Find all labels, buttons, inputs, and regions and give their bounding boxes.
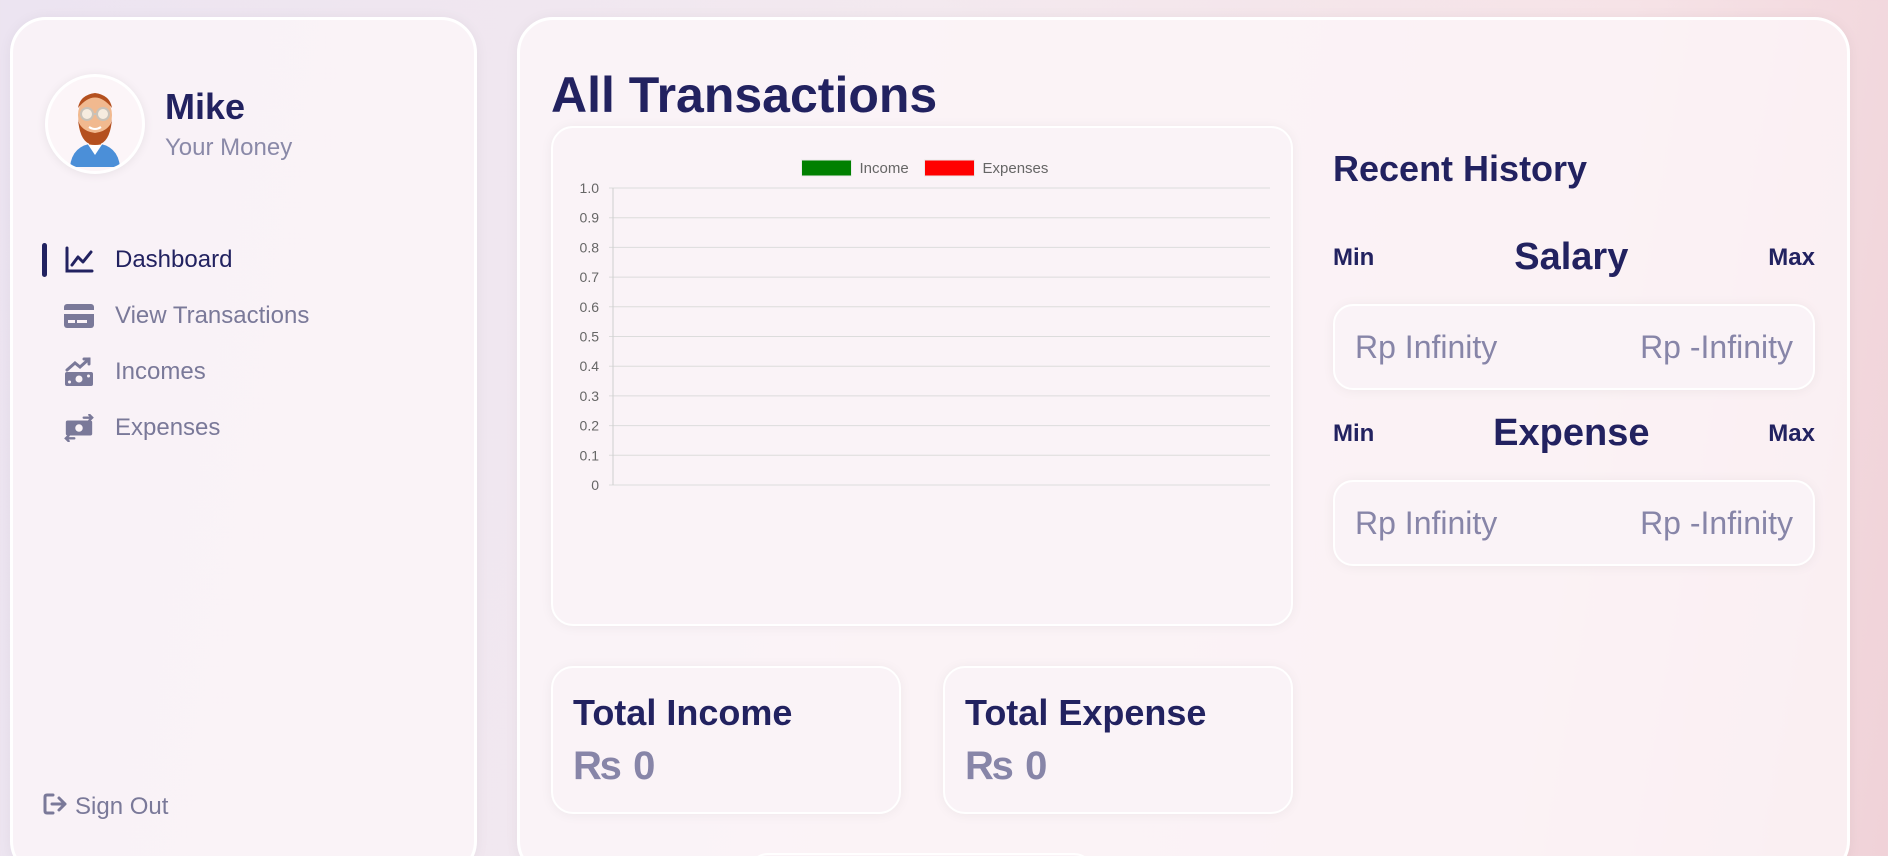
expense-max-value: Rp -Infinity (1640, 504, 1793, 541)
total-income-card: Total Income ₨ 0 (551, 666, 901, 814)
salary-range-header: Min Salary Max (1333, 236, 1815, 279)
legend-label: Income (860, 160, 909, 177)
expense-min-value: Rp Infinity (1355, 504, 1498, 541)
salary-min-value: Rp Infinity (1355, 328, 1498, 365)
y-tick-label: 0.5 (580, 329, 600, 345)
sign-out-icon (43, 792, 69, 821)
nav-item-label: Expenses (115, 414, 221, 441)
money-exchange-icon (63, 412, 95, 444)
avatar-icon (70, 93, 120, 167)
recent-history-title: Recent History (1333, 148, 1588, 189)
sign-out-button[interactable]: Sign Out (43, 792, 168, 821)
total-expense-value: ₨ 0 (965, 744, 1048, 788)
credit-card-icon (63, 300, 95, 332)
nav-item-view-transactions[interactable]: View Transactions (13, 288, 474, 344)
y-tick-label: 0.4 (580, 358, 600, 374)
y-tick-label: 0.2 (580, 418, 600, 434)
salary-max-value: Rp -Infinity (1640, 328, 1793, 365)
legend-swatch (924, 159, 975, 177)
profile: Mike Your Money (45, 74, 292, 174)
salary-min-label: Min (1333, 243, 1375, 271)
salary-range-box: Rp Infinity Rp -Infinity (1333, 304, 1815, 390)
expense-range-box: Rp Infinity Rp -Infinity (1333, 480, 1815, 566)
nav-item-label: Incomes (115, 358, 206, 385)
y-tick-label: 0.7 (580, 269, 600, 285)
nav-menu: Dashboard View Transactions Incomes Expe… (13, 232, 474, 456)
profile-name: Mike (165, 86, 246, 128)
salary-max-label: Max (1768, 243, 1815, 271)
y-tick-label: 1.0 (580, 180, 600, 196)
money-trend-icon (63, 356, 95, 388)
salary-range-title: Salary (1514, 236, 1629, 278)
sign-out-label: Sign Out (75, 792, 169, 820)
avatar (45, 74, 145, 174)
legend-label: Expenses (983, 160, 1049, 177)
total-expense-title: Total Expense (965, 692, 1207, 733)
y-tick-label: 0.6 (580, 299, 600, 315)
main-panel: All Transactions 1.0 0.9 0.8 0.7 0.6 0.5 0.4 0.… (517, 17, 1850, 856)
y-tick-label: 0.9 (580, 210, 600, 226)
expense-min-label: Min (1333, 419, 1375, 447)
expense-max-label: Max (1768, 419, 1815, 447)
nav-item-incomes[interactable]: Incomes (13, 344, 474, 400)
nav-item-dashboard[interactable]: Dashboard (13, 232, 474, 288)
nav-item-label: Dashboard (115, 246, 233, 273)
y-tick-label: 0.1 (580, 447, 600, 463)
y-tick-label: 0.3 (580, 388, 600, 404)
nav-item-expenses[interactable]: Expenses (13, 400, 474, 456)
expense-range-header: Min Expense Max (1333, 412, 1815, 455)
nav-item-label: View Transactions (115, 302, 310, 329)
total-income-value: ₨ 0 (573, 744, 656, 788)
y-tick-label: 0 (591, 477, 599, 493)
page-title: All Transactions (551, 67, 938, 123)
profile-subtitle: Your Money (165, 133, 293, 161)
sidebar: Mike Your Money Dashboard View Transacti… (10, 17, 477, 856)
y-tick-label: 0.8 (580, 239, 600, 255)
total-income-title: Total Income (573, 692, 793, 733)
total-expense-card: Total Expense ₨ 0 (943, 666, 1293, 814)
transactions-chart: 1.0 0.9 0.8 0.7 0.6 0.5 0.4 0.3 0.2 0.1 0 Income Exp… (580, 159, 1270, 493)
legend-swatch (801, 159, 852, 177)
expense-range-title: Expense (1493, 412, 1650, 454)
transactions-chart-card: 1.0 0.9 0.8 0.7 0.6 0.5 0.4 0.3 0.2 0.1 0 Income Exp… (551, 126, 1293, 626)
chart-line-icon (63, 244, 95, 276)
